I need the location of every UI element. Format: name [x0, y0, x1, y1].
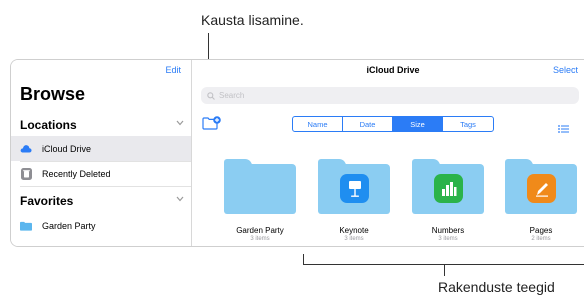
chevron-down-icon[interactable]	[176, 118, 184, 129]
sort-date-button[interactable]: Date	[343, 117, 393, 131]
select-button[interactable]: Select	[553, 65, 578, 75]
chevron-down-icon[interactable]	[176, 194, 184, 205]
sort-segmented-control: Name Date Size Tags	[292, 116, 494, 132]
edit-button[interactable]: Edit	[165, 65, 181, 75]
search-placeholder: Search	[219, 91, 245, 100]
section-favorites[interactable]: Favorites	[20, 194, 73, 208]
folder-item-keynote[interactable]: Keynote 3 items	[316, 159, 392, 242]
sidebar-item-label: Recently Deleted	[42, 168, 111, 179]
list-view-icon	[558, 125, 569, 133]
sidebar-title: Browse	[20, 84, 86, 104]
sidebar-item-garden-party[interactable]: Garden Party	[11, 213, 191, 238]
numbers-icon	[434, 174, 463, 203]
folder-icon	[318, 159, 390, 214]
folder-count: 2 items	[531, 236, 551, 242]
cloud-icon	[20, 143, 32, 155]
callout-add-folder: Kausta lisamine.	[201, 12, 304, 28]
new-folder-icon	[202, 116, 221, 130]
folder-icon	[505, 159, 577, 214]
folder-icon	[412, 159, 484, 214]
sidebar-item-recently-deleted[interactable]: Recently Deleted	[11, 161, 191, 186]
files-app-window: Edit Browse Locations iCloud Drive Recen…	[10, 59, 584, 247]
folder-count: 3 items	[250, 236, 270, 242]
folder-item-pages[interactable]: Pages 2 items	[503, 159, 579, 242]
sidebar-item-label: iCloud Drive	[42, 143, 92, 154]
folder-item-garden-party[interactable]: Garden Party 3 items	[222, 159, 298, 242]
folder-name: Garden Party	[236, 226, 284, 235]
section-locations[interactable]: Locations	[20, 118, 77, 132]
keynote-icon	[340, 174, 369, 203]
sidebar-item-icloud-drive[interactable]: iCloud Drive	[11, 136, 191, 161]
folder-name: Numbers	[431, 226, 465, 235]
search-icon	[207, 91, 215, 100]
page-title: iCloud Drive	[366, 65, 420, 75]
trash-icon	[20, 167, 32, 180]
pages-icon	[527, 174, 556, 203]
sort-tags-button[interactable]: Tags	[443, 117, 493, 131]
sort-size-button[interactable]: Size	[393, 117, 443, 131]
folder-icon	[224, 159, 296, 214]
folder-count: 3 items	[438, 236, 458, 242]
callout-app-libraries: Rakenduste teegid	[438, 279, 555, 295]
folder-icon	[20, 220, 32, 232]
folder-item-numbers[interactable]: Numbers 3 items	[410, 159, 486, 242]
folder-name: Pages	[529, 226, 553, 235]
folder-name: Keynote	[339, 226, 369, 235]
folder-count: 3 items	[344, 236, 364, 242]
new-folder-button[interactable]	[202, 116, 222, 136]
divider	[20, 186, 191, 187]
bracket-center-tick	[444, 264, 445, 276]
list-view-button[interactable]	[558, 120, 569, 138]
sort-name-button[interactable]: Name	[293, 117, 343, 131]
sidebar: Edit Browse Locations iCloud Drive Recen…	[11, 60, 192, 246]
main-content: iCloud Drive Select Search Name Date Siz…	[192, 60, 584, 246]
sidebar-item-label: Garden Party	[42, 220, 96, 231]
search-field[interactable]: Search	[201, 87, 579, 104]
